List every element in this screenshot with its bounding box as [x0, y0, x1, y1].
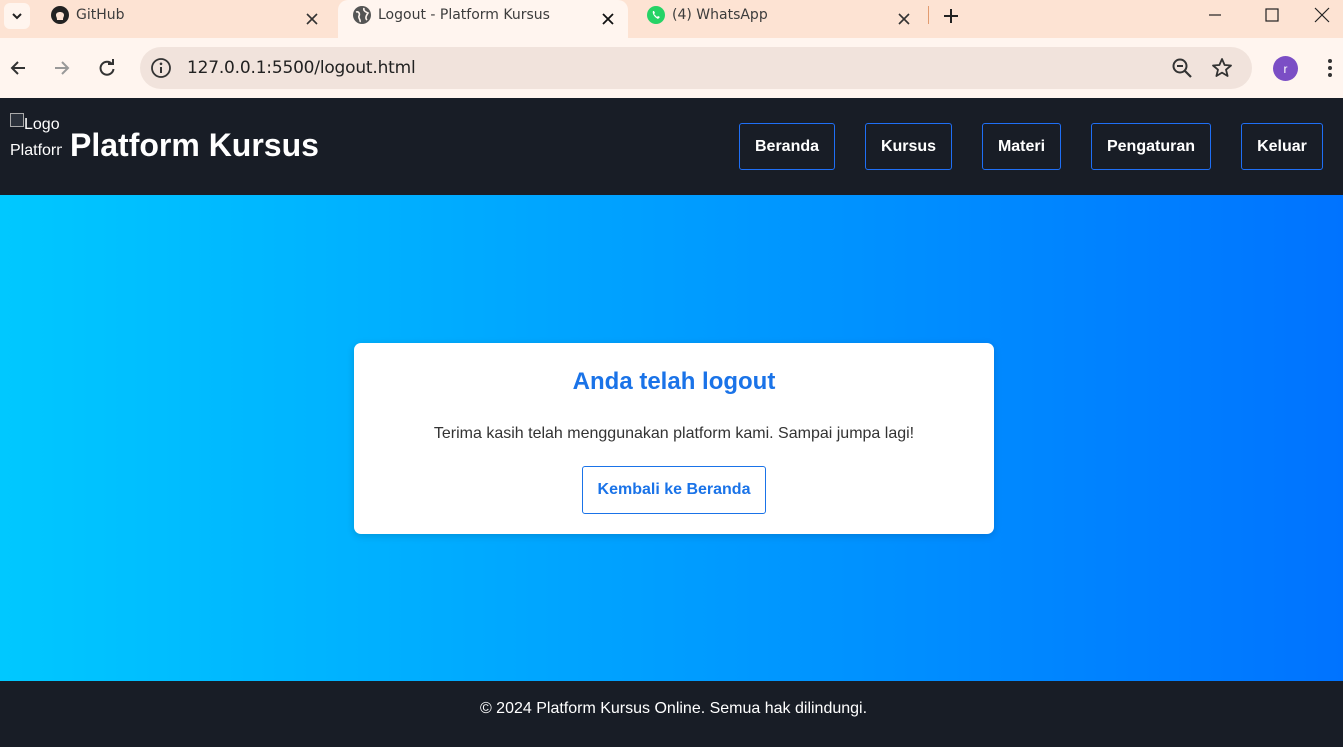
address-bar[interactable]: 127.0.0.1:5500/logout.html: [140, 47, 1252, 89]
logout-message: Terima kasih telah menggunakan platform …: [433, 425, 915, 442]
nav-keluar[interactable]: Keluar: [1241, 123, 1323, 170]
close-icon[interactable]: [302, 9, 322, 29]
site-header: Logo Platform Platform Kursus Beranda Ku…: [0, 98, 1343, 195]
site-footer: © 2024 Platform Kursus Online. Semua hak…: [0, 681, 1343, 747]
tab-separator: [928, 6, 929, 24]
plus-icon: [944, 9, 958, 23]
logout-card: Anda telah logout Terima kasih telah men…: [354, 343, 994, 534]
close-window-button[interactable]: [1300, 0, 1343, 30]
new-tab-button[interactable]: [938, 3, 964, 29]
bookmark-button[interactable]: [1210, 56, 1234, 80]
logout-title: Anda telah logout: [572, 368, 776, 395]
browser-toolbar: 127.0.0.1:5500/logout.html r: [0, 38, 1343, 98]
more-vert-icon: [1328, 59, 1332, 77]
nav-beranda[interactable]: Beranda: [739, 123, 835, 170]
nav-pengaturan[interactable]: Pengaturan: [1091, 123, 1211, 170]
tab-whatsapp[interactable]: (4) WhatsApp: [632, 0, 924, 38]
main-content: Anda telah logout Terima kasih telah men…: [0, 195, 1343, 681]
reload-icon: [99, 59, 115, 76]
nav-kursus[interactable]: Kursus: [865, 123, 952, 170]
maximize-button[interactable]: [1244, 0, 1300, 30]
tab-search-button[interactable]: [4, 3, 30, 29]
github-icon: [51, 6, 69, 24]
nav-materi[interactable]: Materi: [982, 123, 1061, 170]
reload-button[interactable]: [91, 52, 123, 84]
browser-menu-button[interactable]: [1318, 54, 1342, 82]
whatsapp-icon: [647, 6, 665, 24]
info-icon[interactable]: [150, 57, 172, 79]
arrow-left-icon: [10, 61, 25, 75]
browser-tabstrip: GitHub Logout - Platform Kursus (4) What…: [0, 0, 1343, 38]
arrow-right-icon: [55, 61, 70, 75]
logo-image-broken: Logo Platform: [10, 112, 62, 178]
footer-copyright: © 2024 Platform Kursus Online. Semua hak…: [479, 700, 868, 717]
close-icon: [1314, 7, 1329, 23]
tab-title: Logout - Platform Kursus: [378, 7, 550, 23]
profile-avatar[interactable]: r: [1273, 56, 1298, 81]
zoom-button[interactable]: [1170, 56, 1194, 80]
tab-title: (4) WhatsApp: [672, 7, 768, 23]
close-icon[interactable]: [894, 9, 914, 29]
back-button[interactable]: [2, 52, 34, 84]
minimize-icon: [1209, 14, 1221, 16]
forward-button[interactable]: [46, 52, 78, 84]
minimize-button[interactable]: [1187, 0, 1243, 30]
tab-title: GitHub: [76, 7, 125, 23]
close-icon[interactable]: [598, 9, 618, 29]
back-to-home-button[interactable]: Kembali ke Beranda: [582, 466, 766, 514]
chevron-down-icon: [12, 13, 22, 20]
maximize-icon: [1265, 8, 1279, 22]
globe-icon: [353, 6, 371, 24]
star-icon: [1212, 58, 1232, 77]
broken-image-icon: [10, 113, 24, 127]
tab-logout[interactable]: Logout - Platform Kursus: [338, 0, 628, 38]
url-text[interactable]: 127.0.0.1:5500/logout.html: [187, 58, 416, 78]
site-brand: Platform Kursus: [70, 127, 319, 163]
zoom-out-icon: [1172, 58, 1192, 78]
tab-github[interactable]: GitHub: [36, 0, 332, 38]
